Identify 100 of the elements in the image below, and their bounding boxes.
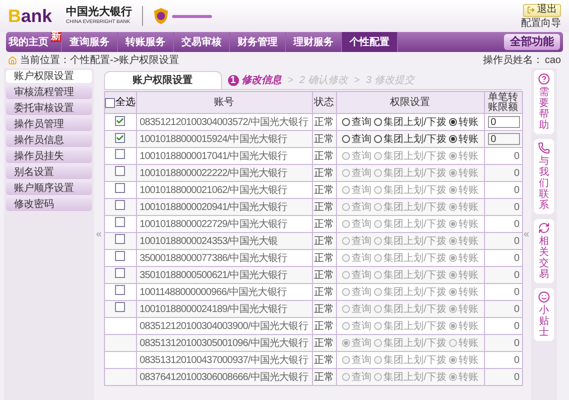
breadcrumb: 当前位置：个性配置->账户权限设置 — [20, 54, 180, 68]
radio-button[interactable]: 转账 — [448, 200, 479, 214]
limit-cell: 0 — [514, 270, 520, 280]
home-icon — [8, 56, 17, 64]
radio-button[interactable]: 查询 — [342, 200, 372, 214]
radio-button[interactable]: 查询 — [342, 336, 372, 350]
radio-button[interactable]: 转账 — [448, 234, 479, 248]
radio-button[interactable]: 查询 — [342, 250, 372, 266]
radio-button[interactable]: 转账 — [448, 284, 479, 300]
radio-button[interactable]: 转账 — [448, 302, 479, 316]
radio-button[interactable]: 查询 — [342, 216, 372, 232]
all-functions-button[interactable]: 全部功能 — [504, 34, 560, 50]
phone-icon — [538, 142, 550, 154]
radio-button[interactable]: 集团上划/下拨 — [374, 250, 446, 266]
checkbox[interactable] — [104, 98, 115, 108]
radio-button[interactable]: 转账 — [448, 318, 479, 334]
radio-button[interactable]: 查询 — [342, 182, 372, 198]
logout-button[interactable]: 退出 — [523, 4, 561, 16]
radio-button[interactable]: 转账 — [448, 268, 479, 282]
radio-button[interactable]: 转账 — [448, 182, 479, 198]
nav-tab[interactable]: 财务管理 — [230, 32, 286, 52]
radio-button[interactable]: 查询 — [342, 284, 372, 300]
radio-button[interactable]: 转账 — [448, 132, 479, 146]
radio-button[interactable]: 集团上划/下拨 — [374, 216, 446, 232]
checkbox[interactable] — [115, 268, 126, 278]
radio-button[interactable]: 集团上划/下拨 — [374, 302, 446, 316]
sidebar-item[interactable]: 操作员挂失 — [6, 150, 92, 163]
radio-button[interactable]: 集团上划/下拨 — [374, 352, 446, 368]
side-link[interactable]: 需要帮助 — [534, 70, 554, 134]
radio-button[interactable]: 集团上划/下拨 — [374, 166, 446, 180]
step-separator: > — [288, 74, 294, 88]
radio-button[interactable]: 集团上划/下拨 — [374, 318, 446, 334]
checkbox[interactable] — [115, 116, 126, 126]
radio-button[interactable]: 查询 — [342, 132, 372, 146]
sidebar-item[interactable]: 操作员信息 — [6, 134, 92, 147]
checkbox[interactable] — [115, 302, 126, 312]
radio-button[interactable]: 查询 — [342, 268, 372, 282]
sidebar-item[interactable]: 操作员管理 — [6, 118, 92, 131]
nav-tab[interactable]: 交易审核 — [174, 32, 230, 52]
radio-button[interactable]: 转账 — [448, 166, 479, 180]
checkbox[interactable] — [115, 234, 126, 244]
checkbox[interactable] — [115, 148, 126, 158]
limit-field[interactable]: 0 — [488, 116, 520, 128]
nav-tab[interactable]: 个性配置 — [342, 32, 398, 52]
radio-button[interactable]: 转账 — [448, 148, 479, 164]
checkbox[interactable] — [115, 182, 126, 192]
radio-button[interactable]: 集团上划/下拨 — [374, 284, 446, 300]
sidebar-item[interactable]: 修改密码 — [6, 198, 92, 211]
nav-tab[interactable]: 转账服务 — [118, 32, 174, 52]
radio-button[interactable]: 转账 — [448, 336, 479, 350]
wizard-link[interactable]: 配置向导 — [521, 18, 561, 28]
radio-button[interactable]: 集团上划/下拨 — [374, 370, 446, 384]
radio-button[interactable]: 查询 — [342, 302, 372, 316]
checkbox[interactable] — [115, 200, 126, 210]
logout-icon — [527, 6, 535, 14]
radio-button[interactable]: 查询 — [342, 148, 372, 164]
radio-button[interactable]: 转账 — [448, 114, 479, 130]
radio-button[interactable]: 查询 — [342, 114, 372, 130]
radio-button[interactable]: 查询 — [342, 234, 372, 248]
radio-button[interactable]: 转账 — [448, 370, 479, 384]
radio-button[interactable]: 查询 — [342, 352, 372, 368]
checkbox[interactable] — [115, 216, 126, 226]
limit-cell: 0 — [514, 150, 520, 162]
radio-button[interactable]: 转账 — [448, 352, 479, 368]
radio-button[interactable]: 集团上划/下拨 — [374, 114, 446, 130]
radio-button[interactable]: 集团上划/下拨 — [374, 148, 446, 164]
sidebar-item[interactable]: 账户权限设置 — [6, 70, 92, 83]
nav-tab[interactable]: 查询服务 — [62, 32, 118, 52]
sidebar-item[interactable]: 别名设置 — [6, 166, 92, 179]
radio-button[interactable]: 集团上划/下拨 — [374, 268, 446, 282]
select-all-label: 全选 — [116, 96, 136, 110]
radio-button[interactable]: 查询 — [342, 370, 372, 384]
page-tab[interactable]: 账户权限设置 — [104, 71, 222, 89]
nav-tab[interactable]: 我的主页 新 — [6, 32, 62, 52]
limit-field[interactable]: 0 — [488, 133, 520, 145]
radio-button[interactable]: 转账 — [448, 216, 479, 232]
radio-button[interactable]: 查询 — [342, 318, 372, 334]
radio-button[interactable]: 集团上划/下拨 — [374, 234, 446, 248]
collapse-button[interactable]: « — [524, 226, 530, 242]
side-link[interactable]: 小贴士 — [534, 288, 554, 341]
radio-button[interactable]: 集团上划/下拨 — [374, 132, 446, 146]
sidebar-item[interactable]: 账户顺序设置 — [6, 182, 92, 195]
radio-button[interactable]: 集团上划/下拨 — [374, 336, 446, 350]
logo: Bank — [8, 7, 52, 25]
side-link[interactable]: 与我们联系 — [534, 139, 554, 214]
step: 3 修改提交 — [366, 71, 414, 89]
sidebar-item[interactable]: 审核流程管理 — [6, 86, 92, 99]
bank-name: 中国光大银行 — [66, 7, 132, 18]
radio-button[interactable]: 查询 — [342, 166, 372, 180]
checkbox[interactable] — [115, 132, 126, 142]
radio-button[interactable]: 转账 — [448, 250, 479, 266]
radio-button[interactable]: 集团上划/下拨 — [374, 200, 446, 214]
side-link[interactable]: 相关交易 — [534, 219, 554, 283]
sidebar-item[interactable]: 委托审核设置 — [6, 102, 92, 115]
radio-button[interactable]: 集团上划/下拨 — [374, 182, 446, 198]
checkbox[interactable] — [115, 166, 126, 176]
smile-icon — [538, 291, 550, 303]
checkbox[interactable] — [115, 284, 126, 294]
checkbox[interactable] — [115, 250, 126, 260]
collapse-button[interactable]: « — [96, 226, 102, 242]
